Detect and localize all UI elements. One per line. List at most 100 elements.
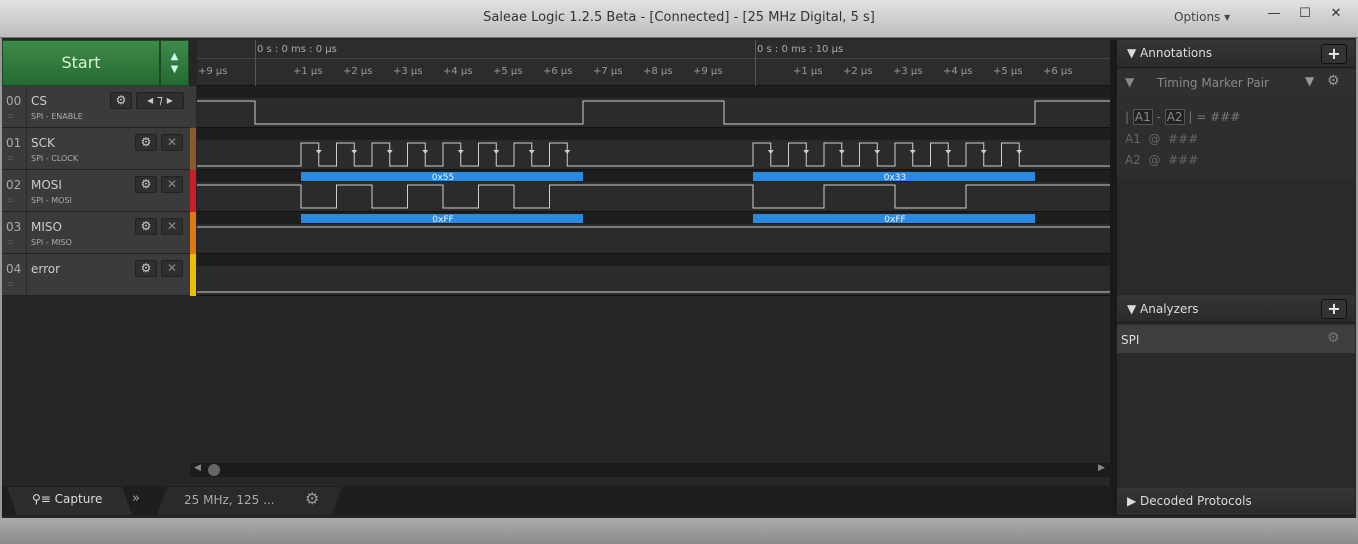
maximize-button[interactable]: ☐	[1293, 6, 1317, 26]
time-tick: +3 µs	[393, 66, 423, 77]
analyzer-lane	[197, 86, 1110, 98]
channel-name[interactable]: CS	[31, 94, 47, 108]
channel-sub: SPI - MISO	[31, 238, 72, 247]
scroll-thumb[interactable]	[208, 464, 220, 476]
time-tick: +4 µs	[943, 66, 973, 77]
time-tick: +3 µs	[893, 66, 923, 77]
horizontal-scrollbar[interactable]: ◀ ▶	[190, 463, 1112, 477]
waveform-view[interactable]: 0x55 0xFF 0x33 0xFF	[197, 86, 1110, 296]
gear-icon[interactable]: ⚙	[135, 176, 157, 193]
title-bar: Saleae Logic 1.2.5 Beta - [Connected] - …	[0, 0, 1358, 38]
channel-name[interactable]: error	[31, 262, 60, 276]
time-marker: 0 s : 0 ms : 0 µs	[257, 44, 337, 55]
channel-row[interactable]: 02 :::: MOSI SPI - MOSI ⚙ ✕	[2, 170, 190, 212]
timing-marker-row[interactable]: ▼ Timing Marker Pair ▼ ⚙	[1117, 69, 1355, 97]
gear-icon[interactable]: ⚙	[135, 134, 157, 151]
channel-row[interactable]: 00 :::: CS SPI - ENABLE ⚙ ◂ ⁊ ▸	[2, 86, 190, 128]
channel-row[interactable]: 04 :::: error ⚙ ✕	[2, 254, 190, 296]
decoded-byte-label: 0xFF	[884, 215, 905, 225]
a2-chip[interactable]: A2	[1164, 109, 1185, 125]
gear-icon[interactable]: ⚙	[1327, 330, 1340, 346]
drag-grip-icon[interactable]: ::::	[7, 112, 14, 120]
channel-color-strip	[190, 254, 196, 296]
channel-number: 01	[6, 136, 22, 150]
channel-name[interactable]: SCK	[31, 136, 55, 150]
capture-settings-gear-icon[interactable]: ⚙	[305, 489, 319, 508]
analyzers-header: ▼ Analyzers +	[1117, 295, 1355, 323]
drag-grip-icon[interactable]: ::::	[7, 154, 14, 162]
a1-chip[interactable]: A1	[1132, 109, 1153, 125]
time-tick: +2 µs	[343, 66, 373, 77]
marker-pin-icon: ▼	[1125, 75, 1135, 89]
decoded-protocols-header[interactable]: ▶ Decoded Protocols	[1117, 488, 1355, 516]
channel-row[interactable]: 03 :::: MISO SPI - MISO ⚙ ✕	[2, 212, 190, 254]
drag-grip-icon[interactable]: ::::	[7, 280, 14, 288]
decoded-byte-label: 0x33	[884, 173, 907, 183]
capture-tab[interactable]: ⚲≡ Capture	[32, 492, 102, 506]
close-icon[interactable]: ✕	[161, 176, 183, 193]
time-tick: +5 µs	[493, 66, 523, 77]
time-tick: +1 µs	[293, 66, 323, 77]
add-analyzer-button[interactable]: +	[1321, 299, 1347, 319]
trigger-selector[interactable]: ◂ ⁊ ▸	[136, 92, 184, 109]
signal-lane	[197, 224, 1110, 254]
dropdown-icon[interactable]: ▼	[1305, 74, 1314, 88]
annotations-title: Annotations	[1140, 46, 1213, 60]
time-tick: +7 µs	[593, 66, 623, 77]
search-icon: ⚲≡	[32, 492, 51, 506]
analyzer-item-spi[interactable]: SPI ⚙	[1117, 325, 1355, 353]
gear-icon[interactable]: ⚙	[1327, 73, 1340, 89]
time-tick: +1 µs	[793, 66, 823, 77]
add-annotation-button[interactable]: +	[1321, 44, 1347, 64]
start-button[interactable]: Start	[2, 40, 160, 86]
capture-info: 25 MHz, 125 ...	[184, 493, 275, 507]
gear-icon[interactable]: ⚙	[110, 92, 132, 109]
time-tick: +5 µs	[993, 66, 1023, 77]
time-tick: +6 µs	[543, 66, 573, 77]
options-menu[interactable]: Options ▾	[1174, 10, 1230, 24]
time-tick: +8 µs	[643, 66, 673, 77]
channel-color-strip	[190, 86, 196, 128]
channel-name[interactable]: MISO	[31, 220, 62, 234]
expand-button[interactable]: »	[132, 491, 140, 506]
channel-sub: SPI - MOSI	[31, 196, 72, 205]
gear-icon[interactable]: ⚙	[135, 260, 157, 277]
channel-color-strip	[190, 212, 196, 254]
channel-name[interactable]: MOSI	[31, 178, 62, 192]
decoded-byte-label: 0xFF	[432, 215, 453, 225]
channel-sub: SPI - CLOCK	[31, 154, 79, 163]
close-icon[interactable]: ✕	[161, 134, 183, 151]
bottom-bar: ⚲≡ Capture » 25 MHz, 125 ... ⚙	[2, 486, 1112, 516]
decoded-byte-label: 0x55	[432, 173, 455, 183]
gear-icon[interactable]: ⚙	[135, 218, 157, 235]
drag-grip-icon[interactable]: ::::	[7, 238, 14, 246]
channel-number: 00	[6, 94, 22, 108]
channel-number: 03	[6, 220, 22, 234]
window-title: Saleae Logic 1.2.5 Beta - [Connected] - …	[483, 10, 875, 25]
time-tick: +2 µs	[843, 66, 873, 77]
time-tick: +4 µs	[443, 66, 473, 77]
time-tick: +9 µs	[693, 66, 723, 77]
start-options-arrows[interactable]: ▲ ▼	[160, 40, 189, 86]
splitter[interactable]	[1110, 40, 1117, 516]
timeline-header[interactable]: 0 s : 0 ms : 0 µs 0 s : 0 ms : 10 µs +9 …	[197, 40, 1110, 86]
close-button[interactable]: ✕	[1324, 6, 1348, 26]
analyzer-lane	[197, 254, 1110, 266]
close-icon[interactable]: ✕	[161, 260, 183, 277]
drag-grip-icon[interactable]: ::::	[7, 196, 14, 204]
time-tick: +9 µs	[198, 66, 228, 77]
status-bar	[0, 518, 1358, 544]
channel-color-strip	[190, 170, 196, 212]
annotation-details: | A1 - A2 | = ### A1 @ ### A2 @ ###	[1117, 98, 1355, 178]
channel-sub: SPI - ENABLE	[31, 112, 83, 121]
channel-number: 04	[6, 262, 22, 276]
time-tick: +6 µs	[1043, 66, 1073, 77]
channel-number: 02	[6, 178, 22, 192]
close-icon[interactable]: ✕	[161, 218, 183, 235]
minimize-button[interactable]: —	[1262, 6, 1286, 26]
marker-type: Timing Marker Pair	[1157, 76, 1269, 90]
channel-color-strip	[190, 128, 196, 170]
time-marker: 0 s : 0 ms : 10 µs	[757, 44, 844, 55]
channel-row[interactable]: 01 :::: SCK SPI - CLOCK ⚙ ✕	[2, 128, 190, 170]
analyzer-lane	[197, 128, 1110, 140]
